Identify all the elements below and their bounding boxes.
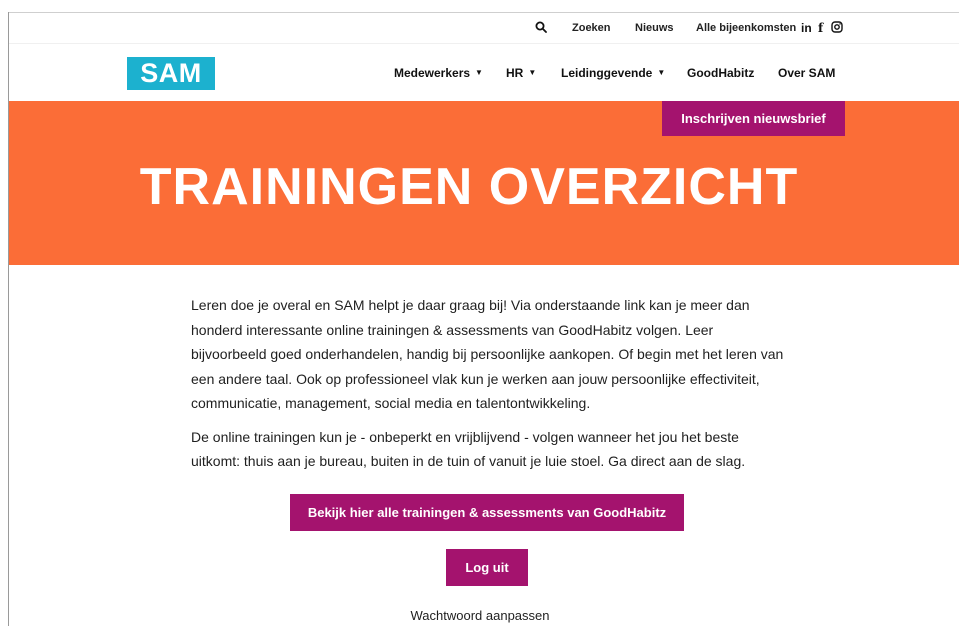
intro-paragraph: De online trainingen kun je - onbeperkt … bbox=[191, 428, 746, 470]
sam-logo[interactable]: SAM bbox=[127, 57, 215, 90]
caret-down-icon: ▼ bbox=[475, 68, 483, 77]
news-link[interactable]: Nieuws bbox=[635, 22, 674, 34]
change-password-link[interactable]: Wachtwoord aanpassen bbox=[380, 608, 580, 623]
hero-banner: Inschrijven nieuwsbrief TRAININGEN OVERZ… bbox=[9, 101, 959, 265]
nav-item-over-sam[interactable]: Over SAM bbox=[778, 66, 835, 80]
nav-item-label: Leidinggevende bbox=[561, 66, 653, 80]
intro-content: Leren doe je overal en SAM helpt je daar… bbox=[191, 293, 791, 483]
nav-item-label: Medewerkers bbox=[394, 66, 471, 80]
nav-item-leidinggevende[interactable]: Leidinggevende ▼ bbox=[561, 66, 665, 80]
caret-down-icon: ▼ bbox=[528, 68, 537, 77]
logout-button[interactable]: Log uit bbox=[446, 549, 528, 586]
view-trainings-button[interactable]: Bekijk hier alle trainingen & assessment… bbox=[290, 494, 684, 531]
all-events-link[interactable]: Alle bijeenkomsten bbox=[696, 22, 796, 34]
instagram-icon[interactable] bbox=[831, 21, 843, 33]
newsletter-signup-button[interactable]: Inschrijven nieuwsbrief bbox=[662, 101, 845, 136]
main-navigation: SAM Medewerkers ▼ HR ▼ Leidinggevende ▼ Goo… bbox=[9, 43, 959, 102]
nav-item-medewerkers[interactable]: Medewerkers ▼ bbox=[394, 66, 483, 80]
utility-bar: Zoeken Nieuws Alle bijeenkomsten in f bbox=[9, 13, 959, 43]
intro-paragraph: Leren doe je overal en SAM helpt je daar… bbox=[191, 297, 784, 411]
nav-item-label: HR bbox=[506, 66, 524, 80]
nav-item-goodhabitz[interactable]: GoodHabitz bbox=[687, 66, 754, 80]
page-title: TRAININGEN OVERZICHT bbox=[139, 158, 799, 216]
nav-item-hr[interactable]: HR ▼ bbox=[506, 66, 536, 80]
linkedin-icon[interactable]: in bbox=[801, 21, 812, 35]
search-icon[interactable] bbox=[535, 21, 547, 33]
search-link[interactable]: Zoeken bbox=[572, 22, 611, 34]
caret-down-icon: ▼ bbox=[657, 68, 666, 77]
facebook-icon[interactable]: f bbox=[818, 21, 823, 35]
